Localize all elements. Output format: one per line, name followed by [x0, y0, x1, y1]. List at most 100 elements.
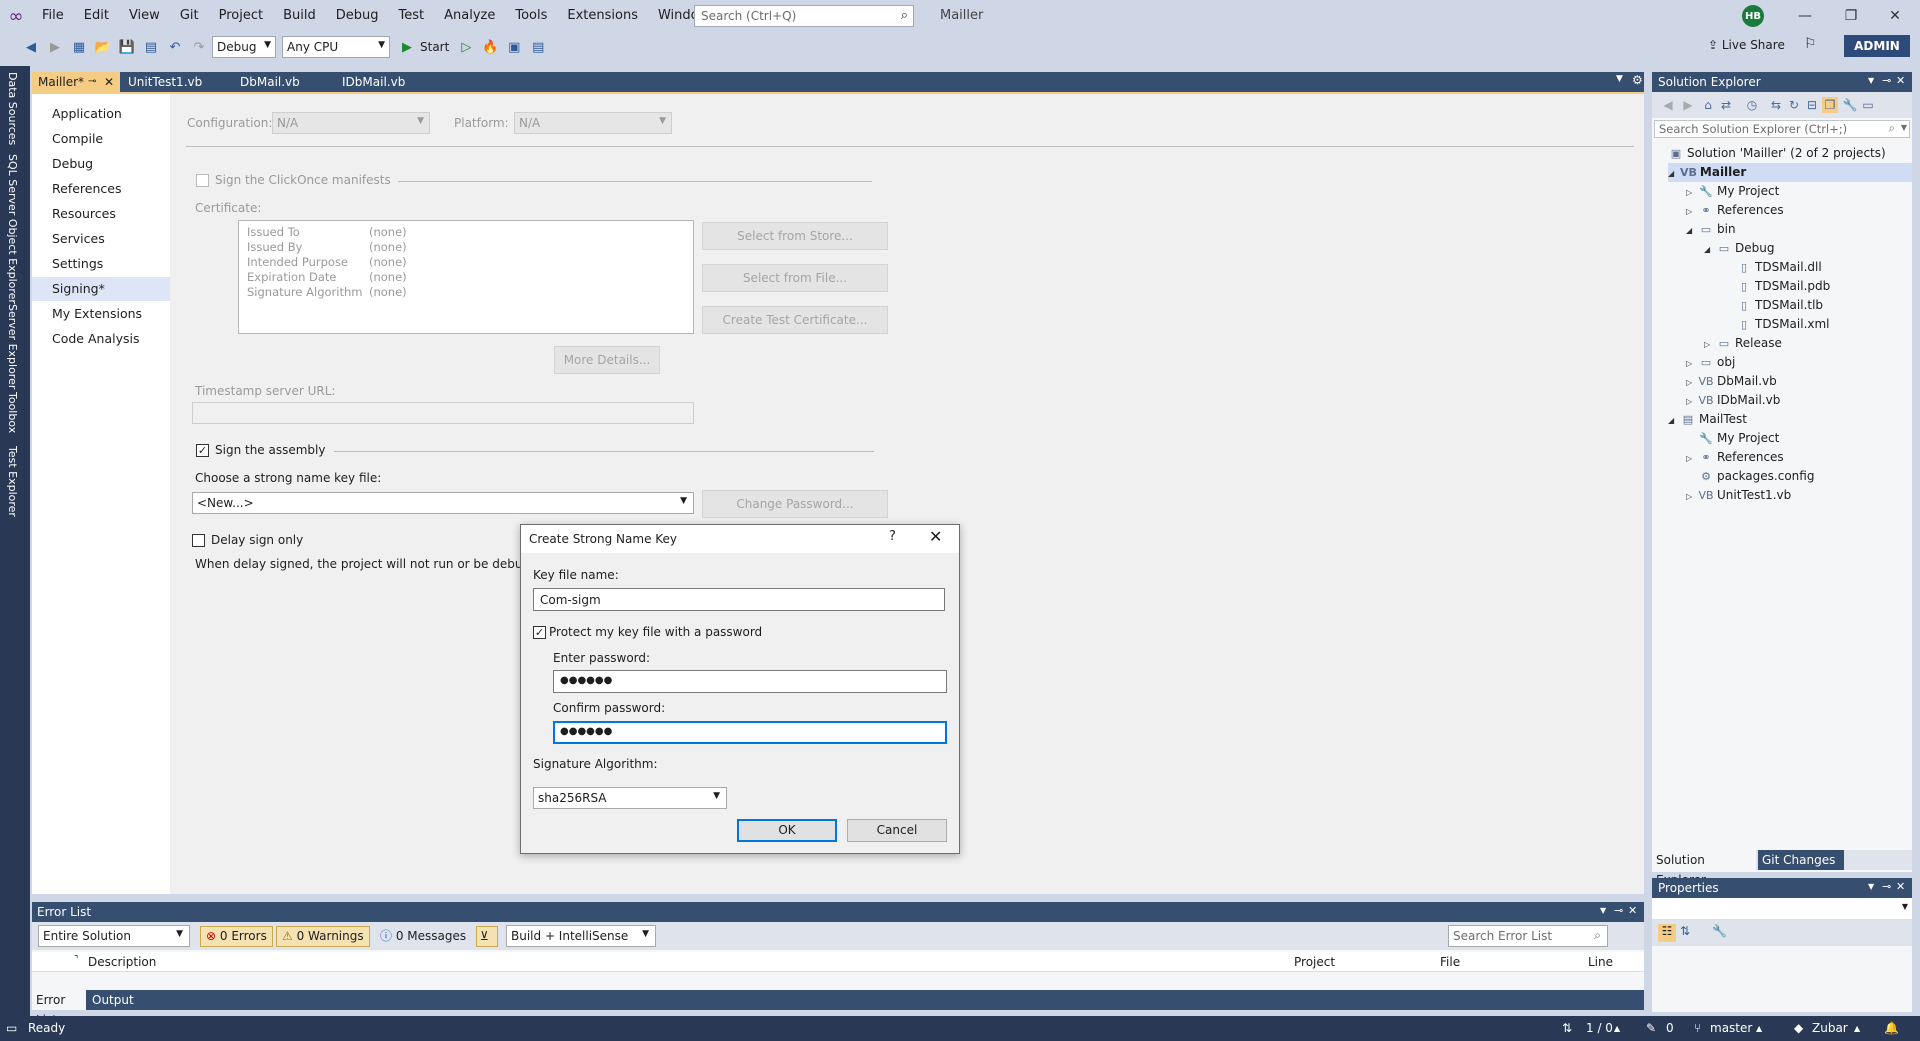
- platform-combo[interactable]: Any CPU ▼: [282, 36, 390, 58]
- confirm-password-input[interactable]: ●●●●●●: [553, 721, 947, 744]
- enter-password-input[interactable]: ●●●●●●: [553, 670, 947, 693]
- side-tab-data-sources[interactable]: Data Sources: [6, 72, 19, 145]
- menu-extensions[interactable]: Extensions: [557, 0, 648, 32]
- tree-twisty[interactable]: ▷: [1686, 202, 1698, 221]
- ok-button[interactable]: OK: [737, 819, 837, 842]
- tree-item[interactable]: ▯ TDSMail.dll: [1724, 258, 1822, 277]
- status-branch[interactable]: master: [1710, 1021, 1752, 1035]
- menu-project[interactable]: Project: [209, 0, 273, 32]
- global-search-input[interactable]: Search (Ctrl+Q) ⌕: [694, 5, 914, 27]
- back-icon[interactable]: ◀: [1660, 97, 1676, 113]
- tree-twisty[interactable]: ▷: [1686, 487, 1698, 506]
- undo-icon[interactable]: ↶: [164, 36, 186, 58]
- redo-icon[interactable]: ↷: [188, 36, 210, 58]
- menu-analyze[interactable]: Analyze: [434, 0, 505, 32]
- toolbar-overflow-icon[interactable]: ▤: [527, 36, 549, 58]
- tree-twisty[interactable]: ◢: [1686, 221, 1698, 240]
- status-lines[interactable]: 1 / 0: [1586, 1021, 1613, 1035]
- forward-icon[interactable]: ▶: [1680, 97, 1696, 113]
- tab-unittest1[interactable]: UnitTest1.vb: [122, 72, 232, 92]
- configuration-combo[interactable]: N/A ▼: [272, 112, 430, 134]
- tree-item[interactable]: ▷ VB DbMail.vb: [1686, 372, 1777, 391]
- preview-icon[interactable]: ▭: [1860, 97, 1876, 113]
- tree-item[interactable]: ◢ ▤ MailTest: [1668, 410, 1747, 429]
- tab-git-changes[interactable]: Git Changes: [1758, 850, 1844, 870]
- column-file[interactable]: File: [1440, 955, 1460, 969]
- window-layout-icon[interactable]: ▣: [503, 36, 525, 58]
- messages-filter-button[interactable]: ⓘ 0 Messages: [374, 926, 472, 947]
- sign-clickonce-checkbox[interactable]: [196, 174, 209, 187]
- column-project[interactable]: Project: [1294, 955, 1335, 969]
- save-icon[interactable]: 💾: [116, 36, 138, 58]
- status-pencil-count[interactable]: 0: [1666, 1021, 1674, 1035]
- tree-item[interactable]: ▷ ▭ obj: [1686, 353, 1735, 372]
- solution-explorer-search-input[interactable]: Search Solution Explorer (Ctrl+;) ⌕ ▼: [1654, 120, 1910, 138]
- panel-menu-icon[interactable]: ▼: [1600, 906, 1606, 915]
- tree-item[interactable]: 🔧 My Project: [1686, 429, 1779, 448]
- nav-debug[interactable]: Debug: [32, 152, 170, 176]
- tree-twisty[interactable]: ▷: [1686, 354, 1698, 373]
- properties-icon[interactable]: 🔧: [1842, 97, 1858, 113]
- menu-git[interactable]: Git: [170, 0, 209, 32]
- column-line[interactable]: Line: [1588, 955, 1613, 969]
- menu-edit[interactable]: Edit: [74, 0, 119, 32]
- menu-file[interactable]: File: [32, 0, 74, 32]
- back-icon[interactable]: ◀: [20, 36, 42, 58]
- tree-item[interactable]: ▷ ⚭ References: [1686, 201, 1784, 220]
- categorized-icon[interactable]: ☷: [1658, 924, 1676, 942]
- tree-twisty[interactable]: ▷: [1686, 373, 1698, 392]
- panel-menu-icon[interactable]: ▼: [1868, 882, 1874, 891]
- more-details-button[interactable]: More Details...: [554, 346, 660, 374]
- tree-twisty[interactable]: ▷: [1686, 183, 1698, 202]
- save-all-icon[interactable]: ▤: [140, 36, 162, 58]
- notifications-icon[interactable]: 🔔: [1884, 1021, 1899, 1035]
- help-icon[interactable]: ?: [889, 529, 896, 544]
- tree-item[interactable]: ◢ ▭ Debug: [1704, 239, 1774, 258]
- side-tab-test-explorer[interactable]: Test Explorer: [6, 446, 19, 517]
- tree-twisty[interactable]: ▷: [1704, 335, 1716, 354]
- collapse-all-icon[interactable]: ⊟: [1804, 97, 1820, 113]
- warnings-filter-button[interactable]: ⚠ 0 Warnings: [276, 926, 370, 947]
- error-list-search-input[interactable]: Search Error List ⌕: [1448, 925, 1608, 947]
- pin-icon[interactable]: ⊸: [1882, 74, 1891, 87]
- menu-tools[interactable]: Tools: [505, 0, 557, 32]
- build-filter-combo[interactable]: Build + IntelliSense ▼: [506, 925, 656, 947]
- select-from-store-button[interactable]: Select from Store...: [702, 222, 888, 250]
- feedback-icon[interactable]: ⚐: [1804, 36, 1817, 52]
- nav-settings[interactable]: Settings: [32, 252, 170, 276]
- pending-changes-filter-icon[interactable]: ◷: [1744, 97, 1760, 113]
- hot-reload-icon[interactable]: 🔥: [479, 36, 501, 58]
- delay-sign-checkbox[interactable]: [192, 534, 205, 547]
- tree-item[interactable]: ▯ TDSMail.xml: [1724, 315, 1830, 334]
- tree-item[interactable]: ▷ 🔧 My Project: [1686, 182, 1779, 201]
- close-panel-icon[interactable]: ✕: [1628, 904, 1637, 917]
- status-repo[interactable]: Zubar: [1812, 1021, 1848, 1035]
- protect-password-checkbox[interactable]: ✓: [533, 626, 546, 639]
- tree-item[interactable]: ◢ ▭ bin: [1686, 220, 1736, 239]
- tree-item[interactable]: ▷ VB UnitTest1.vb: [1686, 486, 1791, 505]
- pin-icon[interactable]: ⊸: [1614, 904, 1623, 917]
- tree-item[interactable]: ◢ VB Mailler: [1668, 163, 1912, 182]
- tree-item[interactable]: ▷ VB IDbMail.vb: [1686, 391, 1780, 410]
- close-panel-icon[interactable]: ✕: [1896, 74, 1905, 87]
- nav-compile[interactable]: Compile: [32, 127, 170, 151]
- tab-error-list[interactable]: Error List: [32, 990, 86, 1027]
- menu-test[interactable]: Test: [389, 0, 435, 32]
- start-button[interactable]: Start: [420, 40, 449, 54]
- filter-icon[interactable]: ⊻: [476, 926, 498, 947]
- tab-solution-explorer[interactable]: Solution Explorer: [1652, 850, 1756, 887]
- tree-item[interactable]: ▣ Solution 'Mailler' (2 of 2 projects): [1656, 144, 1886, 163]
- timestamp-url-input[interactable]: [192, 402, 694, 424]
- pin-icon[interactable]: ⊸: [88, 72, 96, 92]
- property-pages-icon[interactable]: 🔧: [1712, 924, 1727, 938]
- tree-twisty[interactable]: ◢: [1668, 164, 1680, 183]
- show-all-files-icon[interactable]: ❐: [1822, 97, 1838, 113]
- properties-object-combo[interactable]: ▼: [1652, 898, 1912, 920]
- tree-twisty[interactable]: ◢: [1668, 411, 1680, 430]
- platform-combo-page[interactable]: N/A ▼: [514, 112, 672, 134]
- select-from-file-button[interactable]: Select from File...: [702, 264, 888, 292]
- close-tab-icon[interactable]: ✕: [104, 72, 114, 92]
- config-combo[interactable]: Debug ▼: [212, 36, 276, 58]
- column-description[interactable]: Description: [88, 955, 156, 969]
- errors-filter-button[interactable]: ⊗ 0 Errors: [200, 926, 273, 947]
